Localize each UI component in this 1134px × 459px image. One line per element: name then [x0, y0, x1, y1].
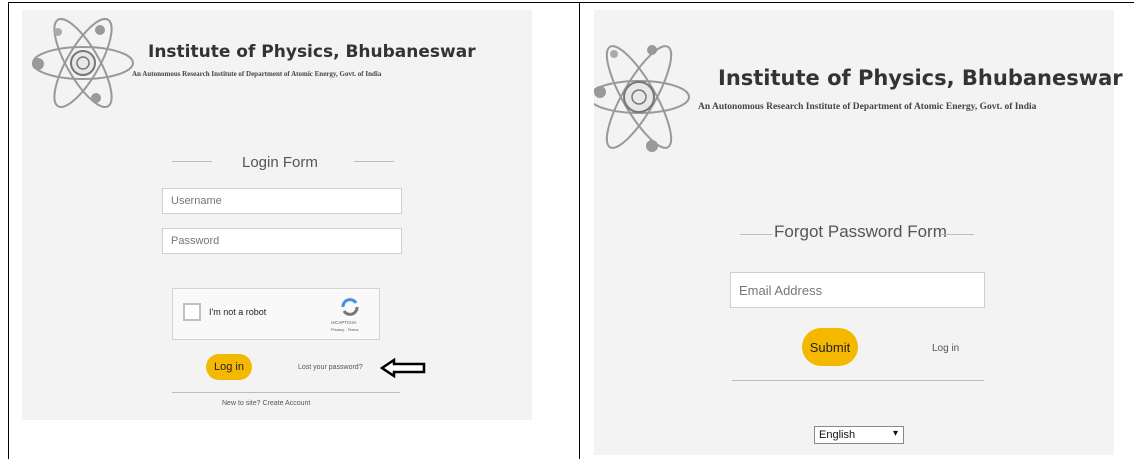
title-rule-right: [354, 161, 394, 162]
login-button[interactable]: Log in: [206, 354, 252, 380]
institute-atom-logo-icon: [32, 18, 134, 108]
org-subtitle: An Autonomous Research Institute of Depa…: [132, 70, 382, 78]
submit-button[interactable]: Submit: [802, 328, 858, 366]
org-title: Institute of Physics, Bhubaneswar: [718, 66, 1123, 90]
title-rule-right: [940, 234, 974, 235]
password-input[interactable]: Password: [162, 228, 402, 254]
recaptcha-icon: [341, 298, 359, 316]
recaptcha-widget: I'm not a robot reCAPTCHA Privacy - Term…: [172, 288, 380, 340]
language-select-value: English: [819, 429, 856, 441]
recaptcha-links[interactable]: Privacy - Terms: [331, 327, 358, 332]
footer-rule: [732, 380, 984, 381]
recaptcha-label: I'm not a robot: [209, 307, 267, 317]
login-page-screenshot: Institute of Physics, Bhubaneswar An Aut…: [22, 10, 532, 420]
form-title: Login Form: [242, 154, 318, 171]
title-rule-left: [172, 161, 212, 162]
institute-atom-logo-icon: [594, 45, 690, 152]
chevron-down-icon: ▾: [892, 428, 898, 439]
create-account-text[interactable]: New to site? Create Account: [222, 400, 310, 407]
pointer-arrow-icon: [380, 358, 426, 378]
lost-password-link[interactable]: Lost your password?: [298, 364, 363, 371]
recaptcha-brand: reCAPTCHA: [331, 320, 357, 325]
org-subtitle: An Autonomous Research Institute of Depa…: [698, 102, 1037, 112]
forgot-password-page-screenshot: Institute of Physics, Bhubaneswar An Aut…: [594, 10, 1123, 455]
table-left-border: [8, 2, 9, 459]
recaptcha-checkbox[interactable]: [183, 303, 201, 321]
org-title: Institute of Physics, Bhubaneswar: [148, 42, 476, 62]
form-title: Forgot Password Form: [774, 222, 947, 241]
email-input[interactable]: Email Address: [730, 272, 985, 308]
title-rule-left: [740, 234, 772, 235]
table-middle-border: [579, 2, 580, 459]
table-top-border: [8, 2, 1134, 3]
username-input[interactable]: Username: [162, 188, 402, 214]
language-select[interactable]: English ▾: [814, 426, 904, 444]
login-link[interactable]: Log in: [932, 343, 959, 354]
footer-rule: [172, 392, 400, 393]
